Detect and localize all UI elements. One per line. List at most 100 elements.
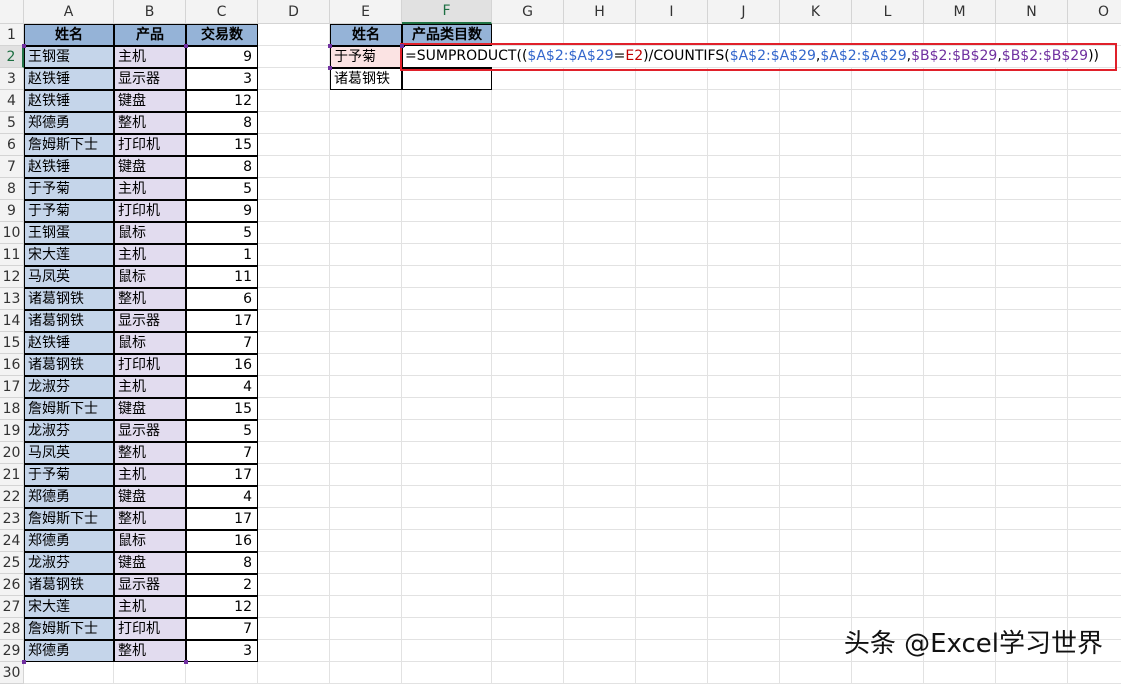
count-cell[interactable]: 16 [186,354,258,376]
lookup-name-cell[interactable]: 于予菊 [330,46,402,68]
product-cell[interactable]: 鼠标 [114,530,186,552]
grid-cell[interactable] [636,354,708,376]
grid-cell[interactable] [708,662,780,684]
row-header-14[interactable]: 14 [0,310,24,332]
grid-cell[interactable] [258,354,330,376]
grid-cell[interactable] [564,134,636,156]
grid-cell[interactable] [564,332,636,354]
grid-cell[interactable] [636,156,708,178]
row-header-16[interactable]: 16 [0,354,24,376]
row-header-6[interactable]: 6 [0,134,24,156]
grid-cell[interactable] [636,486,708,508]
row-header-2[interactable]: 2 [0,46,24,68]
grid-cell[interactable] [330,618,402,640]
grid-cell[interactable] [996,266,1068,288]
grid-cell[interactable] [996,442,1068,464]
grid-cell[interactable] [708,156,780,178]
grid-cell[interactable] [996,332,1068,354]
count-cell[interactable]: 17 [186,508,258,530]
grid-cell[interactable] [636,618,708,640]
count-cell[interactable]: 16 [186,530,258,552]
grid-cell[interactable] [402,662,492,684]
grid-cell[interactable] [852,420,924,442]
product-cell[interactable]: 键盘 [114,552,186,574]
grid-cell[interactable] [780,508,852,530]
grid-cell[interactable] [564,288,636,310]
grid-cell[interactable] [1068,134,1121,156]
grid-cell[interactable] [258,288,330,310]
name-cell[interactable]: 龙淑芬 [24,420,114,442]
grid-cell[interactable] [852,156,924,178]
grid-cell[interactable] [330,222,402,244]
grid-cell[interactable] [780,354,852,376]
grid-cell[interactable] [402,178,492,200]
product-cell[interactable]: 整机 [114,112,186,134]
grid-cell[interactable] [780,90,852,112]
product-cell[interactable]: 键盘 [114,90,186,112]
grid-cell[interactable] [258,178,330,200]
column-header-d[interactable]: D [258,0,330,24]
grid-cell[interactable] [330,112,402,134]
grid-cell[interactable] [564,530,636,552]
grid-cell[interactable] [330,574,402,596]
grid-cell[interactable] [708,310,780,332]
grid-cell[interactable] [852,178,924,200]
grid-cell[interactable] [1068,420,1121,442]
product-cell[interactable]: 整机 [114,288,186,310]
grid-cell[interactable] [708,508,780,530]
row-header-11[interactable]: 11 [0,244,24,266]
grid-cell[interactable] [780,530,852,552]
grid-cell[interactable] [852,90,924,112]
grid-cell[interactable] [564,310,636,332]
grid-cell[interactable] [636,508,708,530]
count-cell[interactable]: 1 [186,244,258,266]
column-header-f[interactable]: F [402,0,492,24]
count-cell[interactable]: 12 [186,90,258,112]
row-header-8[interactable]: 8 [0,178,24,200]
product-cell[interactable]: 键盘 [114,398,186,420]
column-header-o[interactable]: O [1068,0,1121,24]
table-header-product[interactable]: 产品 [114,24,186,46]
grid-cell[interactable] [852,464,924,486]
row-header-15[interactable]: 15 [0,332,24,354]
grid-cell[interactable] [996,464,1068,486]
grid-cell[interactable] [258,442,330,464]
grid-cell[interactable] [852,486,924,508]
grid-cell[interactable] [852,508,924,530]
grid-cell[interactable] [924,156,996,178]
count-cell[interactable]: 8 [186,552,258,574]
grid-cell[interactable] [564,354,636,376]
grid-cell[interactable] [1068,354,1121,376]
grid-cell[interactable] [924,134,996,156]
grid-cell[interactable] [996,420,1068,442]
product-cell[interactable]: 打印机 [114,200,186,222]
grid-cell[interactable] [924,24,996,46]
name-cell[interactable]: 宋大莲 [24,244,114,266]
grid-cell[interactable] [330,134,402,156]
grid-cell[interactable] [780,486,852,508]
grid-cell[interactable] [330,398,402,420]
grid-cell[interactable] [780,266,852,288]
name-cell[interactable]: 马凤英 [24,442,114,464]
row-header-17[interactable]: 17 [0,376,24,398]
grid-cell[interactable] [924,310,996,332]
name-cell[interactable]: 詹姆斯下士 [24,398,114,420]
grid-cell[interactable] [924,112,996,134]
grid-cell[interactable] [492,618,564,640]
column-header-h[interactable]: H [564,0,636,24]
grid-cell[interactable] [636,90,708,112]
grid-cell[interactable] [402,90,492,112]
grid-cell[interactable] [564,200,636,222]
grid-cell[interactable] [402,112,492,134]
product-cell[interactable]: 打印机 [114,134,186,156]
grid-cell[interactable] [564,574,636,596]
grid-cell[interactable] [492,596,564,618]
grid-cell[interactable] [708,288,780,310]
name-cell[interactable]: 于予菊 [24,200,114,222]
row-header-5[interactable]: 5 [0,112,24,134]
grid-cell[interactable] [1068,288,1121,310]
grid-cell[interactable] [492,178,564,200]
grid-cell[interactable] [1068,156,1121,178]
count-cell[interactable]: 5 [186,178,258,200]
name-cell[interactable]: 诸葛钢铁 [24,288,114,310]
